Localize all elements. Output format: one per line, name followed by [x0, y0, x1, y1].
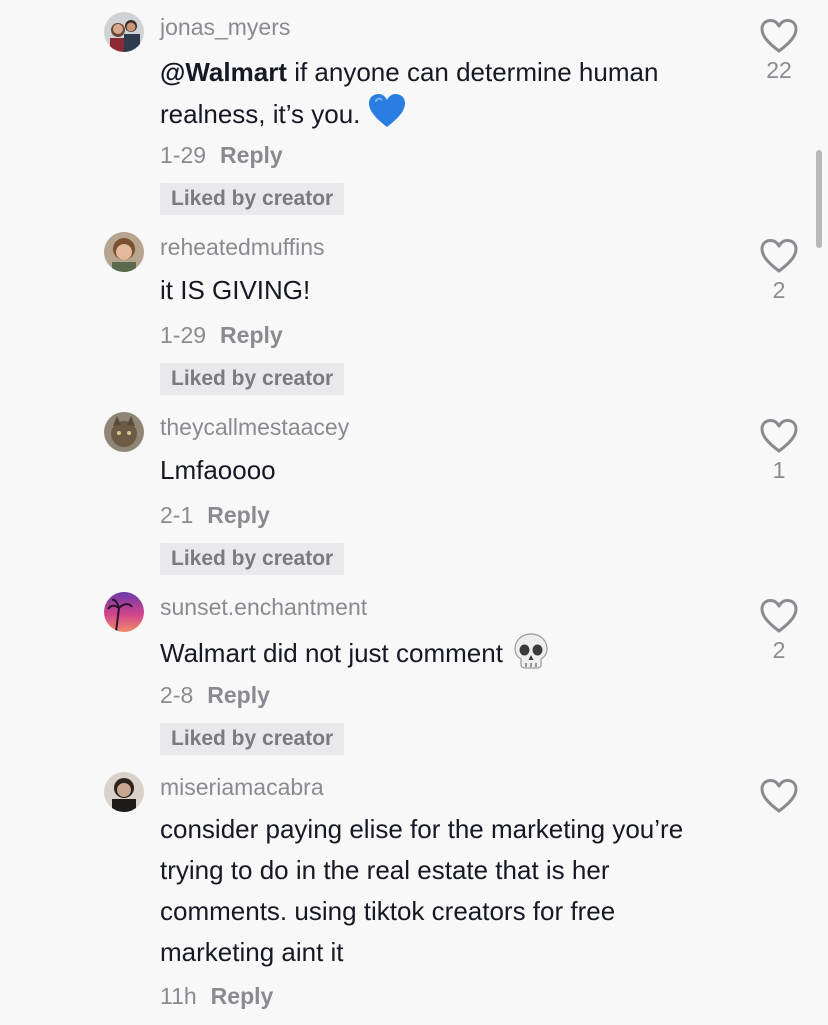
scrollbar[interactable]: [816, 150, 822, 248]
mention-link[interactable]: @Walmart: [160, 57, 287, 87]
heart-outline-icon[interactable]: [759, 18, 799, 54]
comment-username[interactable]: jonas_myers: [160, 12, 290, 42]
comment-text: it IS GIVING!: [160, 275, 311, 305]
liked-by-creator-badge: Liked by creator: [160, 183, 345, 215]
liked-by-creator-badge: Liked by creator: [160, 363, 345, 395]
comment-text: Walmart did not just comment: [160, 632, 725, 682]
avatar[interactable]: [104, 12, 144, 52]
avatar[interactable]: [104, 412, 144, 452]
skull-emoji-icon: [513, 632, 549, 682]
heart-outline-icon[interactable]: [759, 418, 799, 454]
liked-by-creator-badge: Liked by creator: [160, 723, 345, 755]
comment-text: Lmfaoooo: [160, 455, 276, 485]
comment-date: 2-8: [160, 682, 194, 708]
avatar[interactable]: [104, 772, 144, 812]
comment-date: 1-29: [160, 142, 207, 168]
comment-meta: 2-8 Reply: [160, 680, 270, 710]
reply-button[interactable]: Reply: [207, 682, 270, 708]
comment-username[interactable]: miseriamacabra: [160, 772, 324, 802]
comment-meta: 11h Reply: [160, 981, 273, 1011]
comment-meta: 1-29 Reply: [160, 140, 283, 170]
avatar[interactable]: [104, 592, 144, 632]
comment-username[interactable]: reheatedmuffins: [160, 232, 325, 262]
comment-date: 11h: [160, 983, 197, 1009]
like-count: 1: [772, 457, 786, 483]
comment-text: @Walmart if anyone can determine human r…: [160, 52, 725, 141]
heart-outline-icon[interactable]: [759, 778, 799, 814]
comment-username[interactable]: theycallmestaacey: [160, 412, 349, 442]
like-column: 22: [755, 18, 803, 86]
like-column: 2: [755, 238, 803, 306]
like-count: 22: [766, 57, 792, 83]
comment-meta: 2-1 Reply: [160, 500, 270, 530]
heart-outline-icon[interactable]: [759, 598, 799, 634]
comment-date: 1-29: [160, 322, 207, 348]
like-count: 2: [772, 637, 786, 663]
reply-button[interactable]: Reply: [220, 142, 283, 168]
comment-date: 2-1: [160, 502, 194, 528]
reply-button[interactable]: Reply: [220, 322, 283, 348]
comment-username[interactable]: sunset.enchantment: [160, 592, 367, 622]
comment-text: consider paying elise for the marketing …: [160, 814, 684, 967]
liked-by-creator-badge: Liked by creator: [160, 543, 345, 575]
like-column: 1: [755, 418, 803, 486]
comment-meta: 1-29 Reply: [160, 320, 283, 350]
avatar[interactable]: [104, 232, 144, 272]
reply-button[interactable]: Reply: [211, 983, 274, 1009]
blue-heart-emoji-icon: [368, 93, 406, 141]
reply-button[interactable]: Reply: [207, 502, 270, 528]
heart-outline-icon[interactable]: [759, 238, 799, 274]
like-count: 2: [772, 277, 786, 303]
like-column: 2: [755, 598, 803, 666]
like-column: [755, 778, 803, 814]
